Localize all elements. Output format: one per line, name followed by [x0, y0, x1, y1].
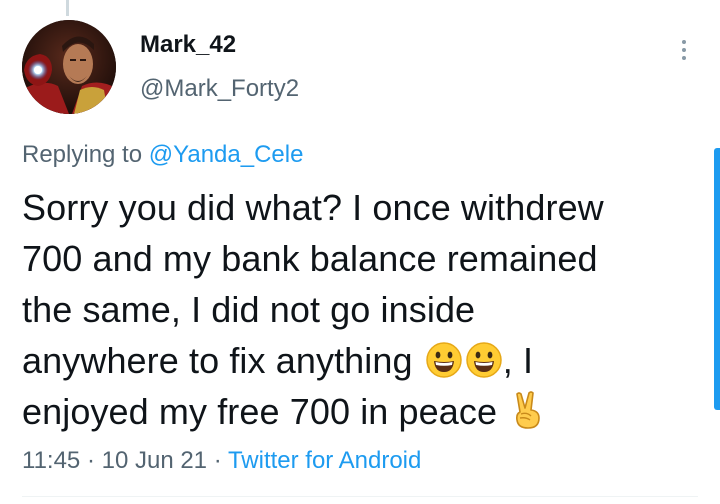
more-options-button[interactable]	[672, 34, 696, 66]
tweet-text-segment: enjoyed my free 700 in peace	[22, 391, 508, 432]
iron-man-avatar-icon	[22, 20, 116, 114]
tweet-time[interactable]: 11:45	[22, 447, 80, 474]
reply-mention-link[interactable]: @Yanda_Cele	[149, 141, 304, 168]
meta-separator: ·	[207, 447, 228, 474]
thread-connector-line	[66, 0, 69, 16]
tweet-text-segment: anywhere to fix anything	[22, 340, 423, 381]
more-dot-icon	[682, 40, 686, 44]
tweet-meta: 11:45 · 10 Jun 21 · Twitter for Android	[22, 446, 421, 476]
meta-separator: ·	[80, 447, 102, 474]
tweet-text-line: the same, I did not go inside	[22, 289, 476, 330]
replying-to-label: Replying to	[22, 141, 149, 168]
divider	[22, 496, 698, 497]
victory-hand-emoji-icon	[509, 390, 545, 430]
tweet-text: Sorry you did what? I once withdrew 700 …	[22, 182, 692, 437]
more-dot-icon	[682, 48, 686, 52]
tweet-date[interactable]: 10 Jun 21	[102, 447, 207, 474]
tweet-card: Mark_42 @Mark_Forty2 Replying to @Yanda_…	[0, 0, 720, 504]
scrollbar[interactable]	[714, 148, 720, 410]
more-dot-icon	[682, 56, 686, 60]
tweet-text-segment: , I	[502, 340, 534, 381]
replying-to: Replying to @Yanda_Cele	[22, 140, 303, 170]
tweet-source-link[interactable]: Twitter for Android	[228, 447, 421, 474]
grinning-face-emoji-icon	[465, 341, 503, 379]
tweet-text-line-with-emoji: enjoyed my free 700 in peace	[22, 386, 692, 437]
tweet-text-line: 700 and my bank balance remained	[22, 238, 598, 279]
grinning-face-emoji-icon	[425, 341, 463, 379]
author-names: Mark_42 @Mark_Forty2	[140, 30, 299, 104]
tweet-text-line-with-emoji: anywhere to fix anything , I	[22, 335, 692, 386]
tweet-text-line: Sorry you did what? I once withdrew	[22, 187, 604, 228]
user-handle[interactable]: @Mark_Forty2	[140, 74, 299, 104]
avatar[interactable]	[22, 20, 116, 114]
display-name[interactable]: Mark_42	[140, 30, 299, 60]
